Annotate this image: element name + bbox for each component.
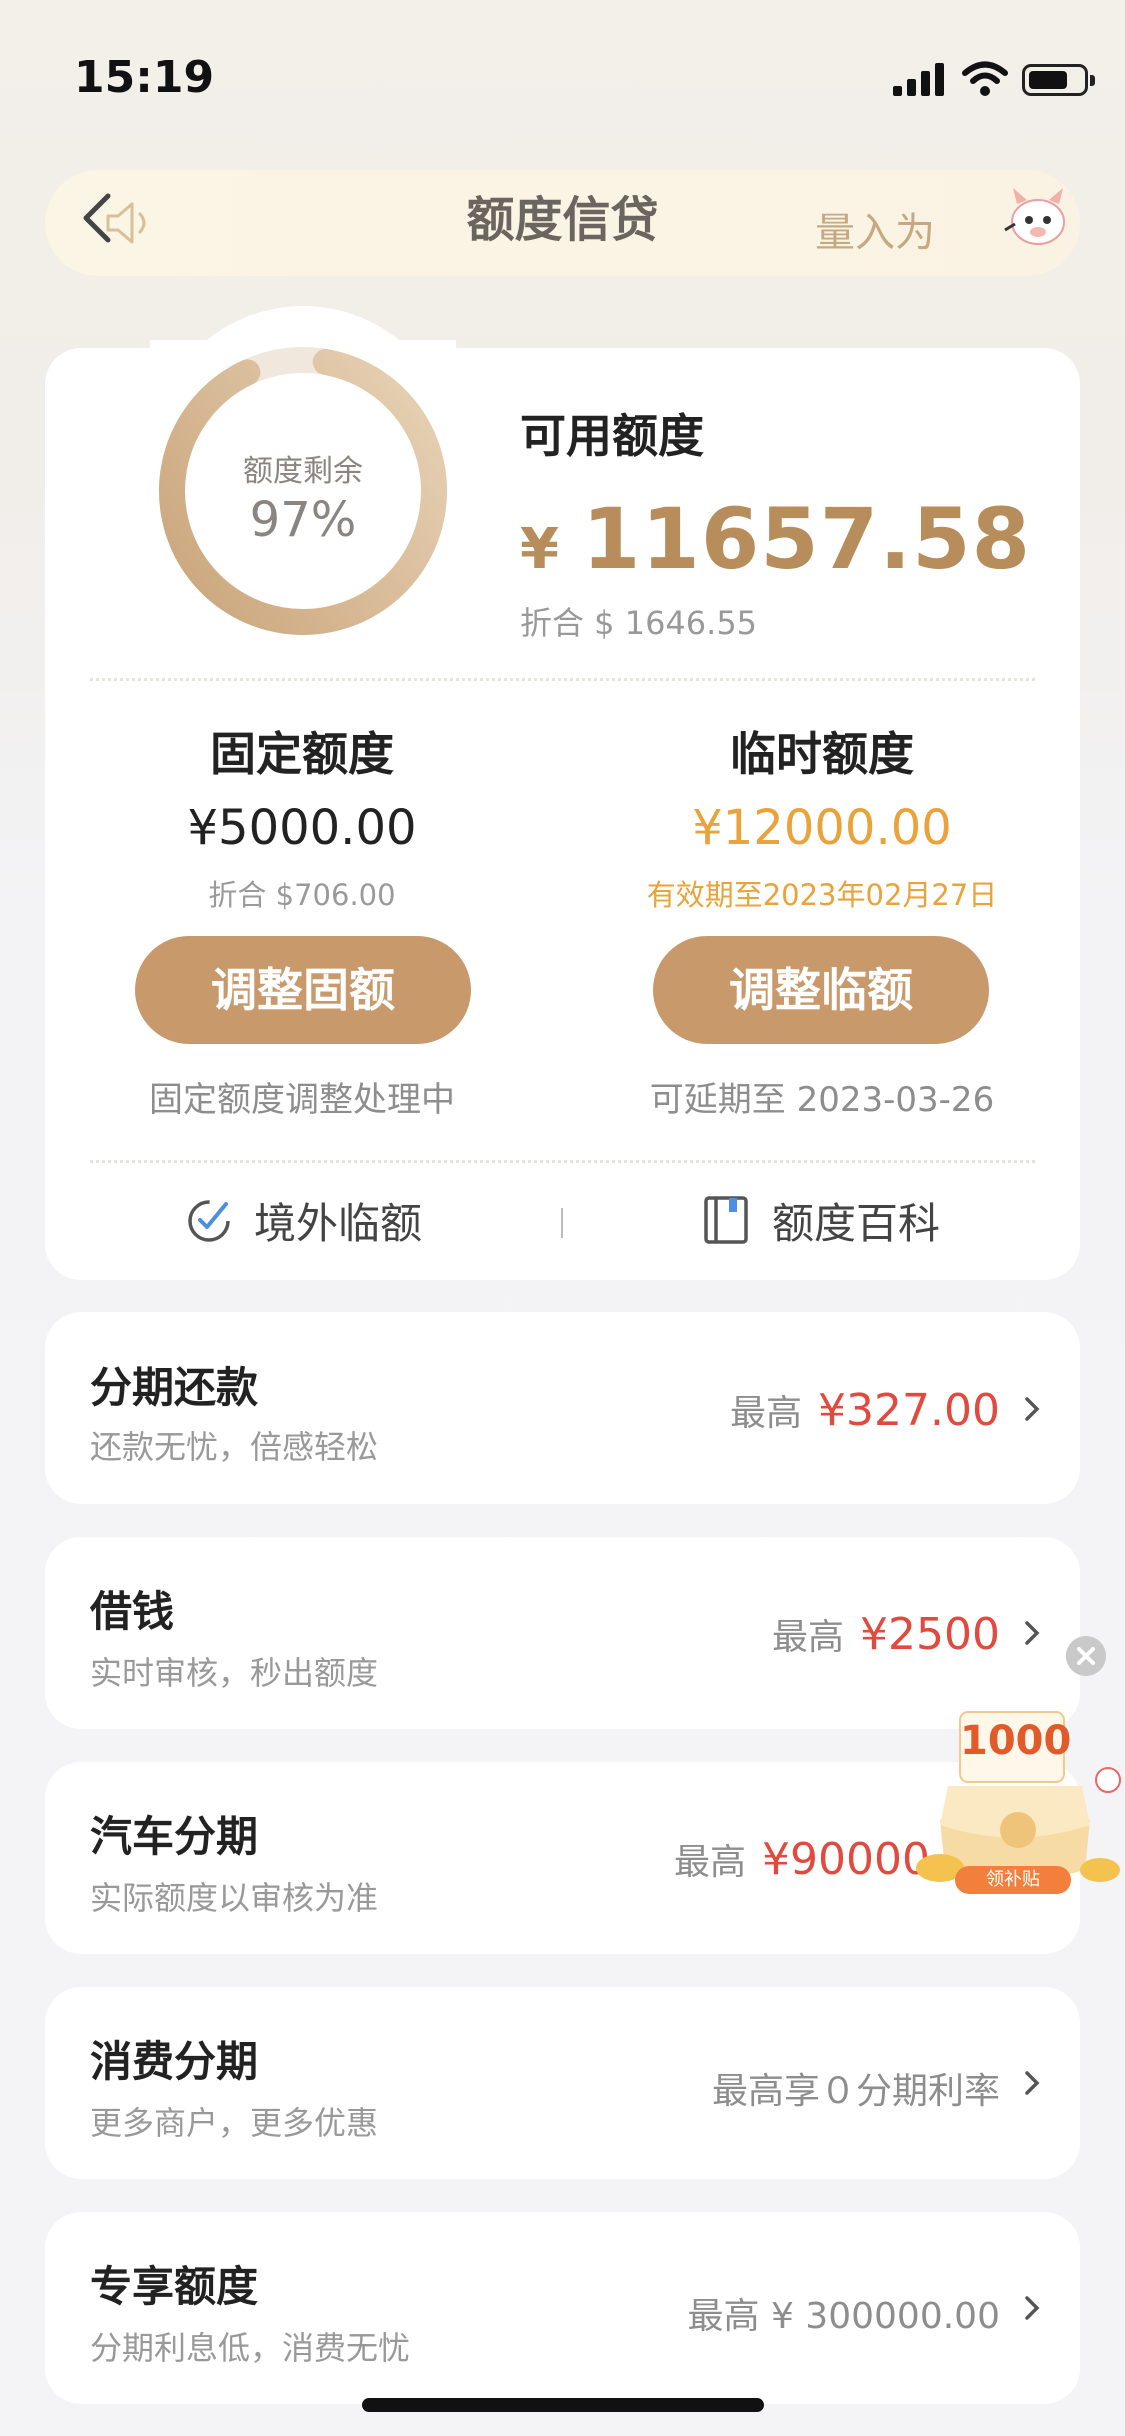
list-item-subtitle: 更多商户，更多优惠 bbox=[90, 2104, 379, 2142]
status-time: 15:19 bbox=[74, 52, 215, 103]
ring-progress-arc bbox=[159, 347, 447, 635]
page-title: 额度信贷 bbox=[466, 192, 659, 248]
marquee-text: 量入为 bbox=[815, 210, 935, 256]
chevron-right-icon bbox=[1025, 2071, 1040, 2095]
close-icon[interactable] bbox=[1066, 1636, 1106, 1676]
list-item-value: 最高 ¥2500 bbox=[772, 1608, 1000, 1660]
value-prefix: 最高 bbox=[674, 1842, 747, 1883]
adjust-fixed-button[interactable]: 调整固额 bbox=[135, 936, 471, 1044]
list-item-subtitle: 分期利息低，消费无忧 bbox=[90, 2329, 411, 2367]
temp-note: 可延期至 2023-03-26 bbox=[649, 1080, 995, 1120]
list-item-title: 借钱 bbox=[90, 1587, 175, 1636]
link-divider bbox=[561, 1208, 563, 1238]
chevron-right-icon bbox=[1025, 1397, 1040, 1421]
home-indicator bbox=[362, 2398, 764, 2412]
available-usd: 折合 $ 1646.55 bbox=[520, 604, 758, 642]
fixed-usd: 折合 $706.00 bbox=[208, 878, 396, 912]
available-value: 11657.58 bbox=[581, 490, 1032, 588]
available-label: 可用额度 bbox=[520, 409, 704, 463]
value-prefix: 最高 bbox=[772, 1617, 845, 1658]
divider bbox=[90, 678, 1035, 681]
fixed-note: 固定额度调整处理中 bbox=[149, 1080, 455, 1120]
overseas-link[interactable]: 境外临额 bbox=[254, 1190, 422, 1251]
mascot-icon[interactable] bbox=[1003, 182, 1073, 252]
temp-validity: 有效期至2023年02月27日 bbox=[646, 878, 998, 912]
battery-icon bbox=[1022, 64, 1095, 96]
remaining-ring-chart bbox=[159, 347, 447, 635]
ring-label: 额度剩余 bbox=[243, 454, 363, 489]
list-item-value: 最高享０分期利率 bbox=[711, 2071, 1000, 2112]
chevron-right-icon bbox=[1025, 1621, 1040, 1645]
wifi-icon bbox=[962, 61, 1008, 96]
promo-tag[interactable]: 领补贴 bbox=[955, 1866, 1071, 1894]
divider bbox=[90, 1160, 1035, 1163]
ring-percent: 97% bbox=[249, 492, 357, 548]
list-item-subtitle: 实时审核，秒出额度 bbox=[90, 1654, 379, 1692]
list-item-subtitle: 还款无忧，倍感轻松 bbox=[90, 1428, 379, 1466]
value-prefix: 最高 bbox=[730, 1393, 803, 1434]
list-item-title: 消费分期 bbox=[90, 2037, 259, 2086]
list-item-title: 专享额度 bbox=[90, 2262, 259, 2311]
list-item-title: 汽车分期 bbox=[90, 1812, 259, 1861]
chevron-right-icon bbox=[1025, 2296, 1040, 2320]
temp-amount: ¥12000.00 bbox=[692, 800, 952, 856]
signal-icon bbox=[893, 62, 945, 96]
list-item-subtitle: 实际额度以审核为准 bbox=[90, 1879, 379, 1917]
list-item-value: 最高 ¥327.00 bbox=[730, 1384, 1000, 1436]
encyclopedia-link[interactable]: 额度百科 bbox=[772, 1190, 940, 1251]
fixed-title: 固定额度 bbox=[210, 727, 394, 781]
temp-title: 临时额度 bbox=[730, 727, 914, 781]
fixed-amount: ¥5000.00 bbox=[187, 800, 417, 856]
book-icon bbox=[704, 1196, 748, 1244]
overseas-icon bbox=[188, 1200, 230, 1242]
currency-symbol: ¥ bbox=[520, 517, 560, 582]
available-amount: ¥11657.58 bbox=[520, 490, 1031, 588]
promo-number: 1000 bbox=[960, 1718, 1072, 1764]
value-amount: ¥2500 bbox=[860, 1609, 1000, 1660]
adjust-temp-button[interactable]: 调整临额 bbox=[653, 936, 989, 1044]
list-item-value: 最高 ¥ 300000.00 bbox=[687, 2296, 1000, 2337]
value-amount: ¥327.00 bbox=[818, 1385, 1000, 1436]
list-item-title: 分期还款 bbox=[90, 1363, 259, 1412]
